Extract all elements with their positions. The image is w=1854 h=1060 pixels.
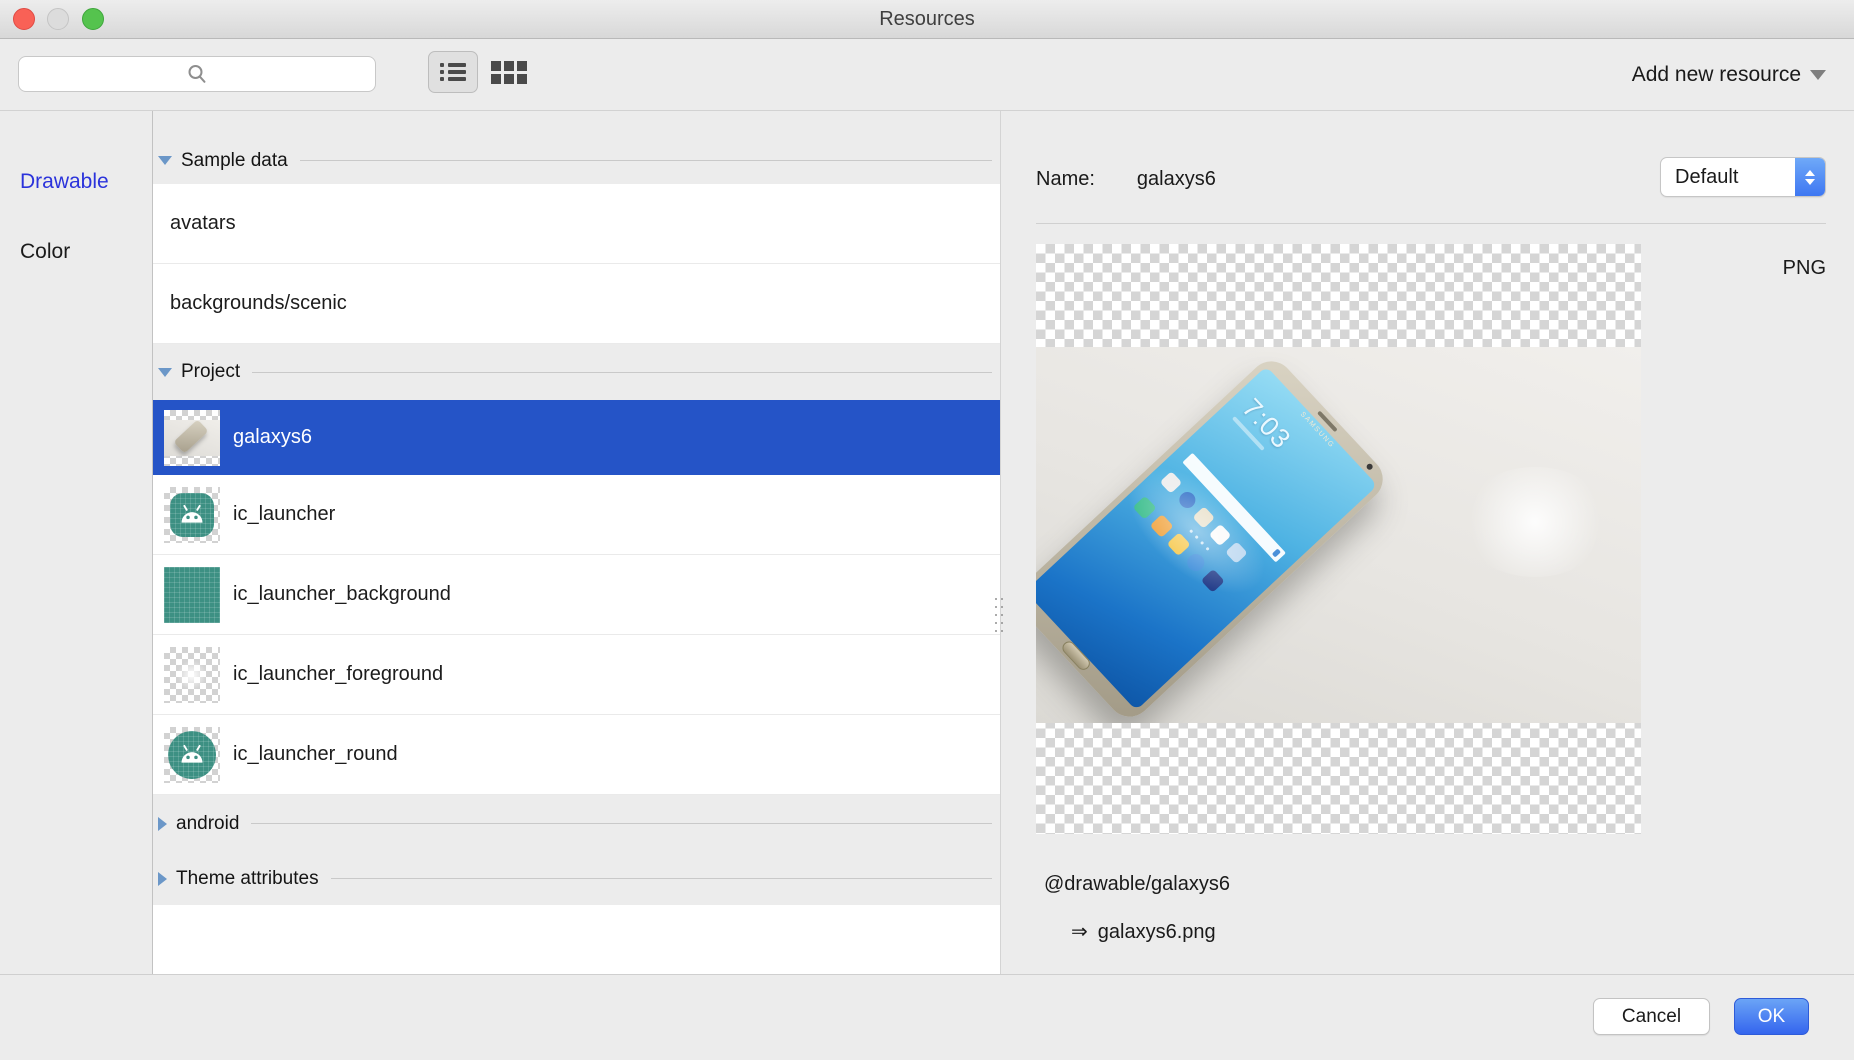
preview-photo: SAMSUNG 7:03: [1036, 347, 1641, 723]
sidebar-item-drawable[interactable]: Drawable: [0, 167, 152, 197]
section-header-sample-data[interactable]: Sample data: [153, 111, 1000, 184]
add-new-resource-label: Add new resource: [1632, 63, 1801, 87]
name-label: Name:: [1036, 168, 1095, 191]
window-title: Resources: [0, 0, 1854, 38]
section-rule: [251, 823, 992, 824]
android-robot-icon: [178, 744, 206, 765]
qualifier-select[interactable]: Default: [1660, 157, 1826, 197]
resolved-file: ⇒ galaxys6.png: [1071, 919, 1216, 944]
cancel-button[interactable]: Cancel: [1593, 998, 1710, 1035]
select-stepper-icon: [1795, 158, 1825, 196]
section-header-android[interactable]: android: [153, 795, 1000, 852]
list-item-ic-launcher[interactable]: ic_launcher: [153, 475, 1000, 555]
section-label: Theme attributes: [176, 868, 319, 890]
resource-list: Sample data avatars backgrounds/scenic P…: [153, 111, 1000, 974]
chevron-down-icon: [1810, 70, 1826, 80]
section-rule: [300, 160, 992, 161]
list-item-ic-launcher-round[interactable]: ic_launcher_round: [153, 715, 1000, 795]
expanded-triangle-icon: [158, 368, 172, 377]
list-item-label: galaxys6: [233, 426, 312, 449]
search-input[interactable]: [18, 56, 376, 92]
list-item-ic-launcher-foreground[interactable]: ic_launcher_foreground: [153, 635, 1000, 715]
galaxy-phone-graphic: SAMSUNG 7:03: [1036, 352, 1392, 723]
list-item-backgrounds-scenic[interactable]: backgrounds/scenic: [153, 264, 1000, 344]
ic-launcher-background-thumbnail: [164, 567, 220, 623]
list-view-button[interactable]: [428, 51, 478, 93]
view-mode-toggle: [428, 51, 534, 93]
detail-divider: [1036, 223, 1826, 224]
collapsed-triangle-icon: [158, 817, 167, 831]
section-label: android: [176, 813, 239, 835]
list-item-galaxys6[interactable]: galaxys6: [153, 400, 1000, 475]
list-view-icon: [440, 63, 466, 81]
main-content: Drawable Color Sample data avatars backg…: [0, 111, 1854, 974]
list-item-label: ic_launcher_foreground: [233, 663, 443, 686]
qualifier-value: Default: [1661, 166, 1795, 189]
toolbar: Add new resource: [0, 39, 1854, 111]
galaxys6-thumbnail: [164, 410, 220, 466]
section-header-project[interactable]: Project: [153, 344, 1000, 400]
photo-glare: [1460, 467, 1610, 577]
grid-view-button[interactable]: [484, 51, 534, 93]
ok-button[interactable]: OK: [1734, 998, 1809, 1035]
arrow-icon: ⇒: [1071, 921, 1088, 943]
list-item-label: ic_launcher: [233, 503, 335, 526]
resource-reference: @drawable/galaxys6: [1044, 873, 1230, 896]
title-bar: Resources: [0, 0, 1854, 39]
section-rule: [252, 372, 992, 373]
expanded-triangle-icon: [158, 156, 172, 165]
panel-splitter-handle[interactable]: [992, 589, 1006, 641]
resource-type-sidebar: Drawable Color: [0, 111, 153, 974]
section-label: Project: [181, 361, 240, 383]
preview-image: SAMSUNG 7:03: [1036, 244, 1641, 834]
collapsed-triangle-icon: [158, 872, 167, 886]
ic-launcher-thumbnail: [164, 487, 220, 543]
name-value: galaxys6: [1137, 168, 1216, 191]
list-item-label: ic_launcher_background: [233, 583, 451, 606]
list-item-label: ic_launcher_round: [233, 743, 398, 766]
resolved-file-name: galaxys6.png: [1098, 921, 1216, 943]
list-item-label: avatars: [170, 212, 236, 235]
format-label: PNG: [1783, 257, 1826, 280]
detail-panel: Name: galaxys6 Default PNG: [1000, 111, 1854, 974]
list-item-label: backgrounds/scenic: [170, 292, 347, 315]
android-robot-icon: [178, 504, 206, 525]
list-item-ic-launcher-background[interactable]: ic_launcher_background: [153, 555, 1000, 635]
dialog-footer: Cancel OK: [0, 974, 1854, 1060]
add-new-resource-button[interactable]: Add new resource: [1632, 39, 1826, 111]
list-empty-space: [153, 905, 1000, 974]
list-item-avatars[interactable]: avatars: [153, 184, 1000, 264]
section-label: Sample data: [181, 150, 288, 172]
sidebar-item-color[interactable]: Color: [0, 237, 152, 267]
ic-launcher-foreground-thumbnail: [164, 647, 220, 703]
resources-dialog: Resources: [0, 0, 1854, 1060]
ic-launcher-round-thumbnail: [164, 727, 220, 783]
grid-view-icon: [491, 61, 527, 84]
section-header-theme-attributes[interactable]: Theme attributes: [153, 852, 1000, 905]
search-field-wrap: [18, 56, 376, 92]
section-rule: [331, 878, 992, 879]
